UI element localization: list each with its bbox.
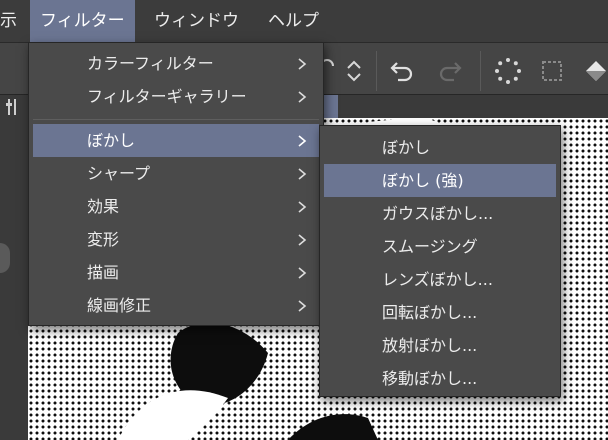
menu-filter[interactable]: フィルター <box>30 0 135 42</box>
menu-item-effects[interactable]: 効果 <box>33 190 319 223</box>
selection-dotted-icon[interactable] <box>538 57 566 85</box>
menu-window[interactable]: ウィンドウ <box>144 0 249 42</box>
chevron-right-icon <box>295 47 309 80</box>
menu-item-filter-gallery[interactable]: フィルターギャラリー <box>33 80 319 113</box>
menu-item-label: ぼかし <box>87 131 136 150</box>
submenu-item-zoom-blur[interactable]: 放射ぼかし... <box>324 329 556 362</box>
submenu-item-radial-blur[interactable]: 回転ぼかし... <box>324 296 556 329</box>
chevron-right-icon <box>295 124 309 157</box>
menu-item-label: シャープ <box>87 164 151 183</box>
toolbar-divider <box>376 51 377 91</box>
menu-item-label: 描画 <box>87 263 120 282</box>
chevron-right-icon <box>295 190 309 223</box>
menu-help[interactable]: ヘルプ <box>258 0 329 42</box>
submenu-item-blur[interactable]: ぼかし <box>324 131 556 164</box>
submenu-item-smoothing[interactable]: スムージング <box>324 230 556 263</box>
menu-item-render[interactable]: 描画 <box>33 256 319 289</box>
toolbar-divider <box>480 51 481 91</box>
panel-toggle[interactable] <box>0 243 10 273</box>
fill-bucket-icon[interactable] <box>582 57 608 85</box>
menu-item-transform[interactable]: 変形 <box>33 223 319 256</box>
menu-separator <box>33 119 319 120</box>
menu-item-line-correction[interactable]: 線画修正 <box>33 289 319 322</box>
menu-display[interactable]: 示 <box>0 0 27 42</box>
menu-item-label: フィルターギャラリー <box>87 87 247 106</box>
menu-bar: 示 フィルター ウィンドウ ヘルプ <box>0 0 608 42</box>
submenu-item-gaussian-blur[interactable]: ガウスぼかし... <box>324 197 556 230</box>
submenu-item-lens-blur[interactable]: レンズぼかし... <box>324 263 556 296</box>
menu-item-sharpen[interactable]: シャープ <box>33 157 319 190</box>
chevron-up-down-icon[interactable] <box>340 57 368 85</box>
chevron-right-icon <box>295 80 309 113</box>
menu-item-label: 効果 <box>87 197 120 216</box>
chevron-right-icon <box>295 157 309 190</box>
blur-submenu: ぼかし ぼかし (強) ガウスぼかし... スムージング レンズぼかし... 回… <box>319 125 561 397</box>
busy-spinner-icon[interactable] <box>494 57 522 85</box>
undo-icon[interactable] <box>388 57 416 85</box>
menu-item-label: 線画修正 <box>87 296 152 315</box>
menu-item-label: カラーフィルター <box>87 54 214 73</box>
submenu-item-blur-strong[interactable]: ぼかし (強) <box>324 164 556 197</box>
menu-item-label: 変形 <box>87 230 120 249</box>
chevron-right-icon <box>295 256 309 289</box>
redo-icon[interactable] <box>436 57 464 85</box>
menu-item-blur[interactable]: ぼかし <box>33 124 319 157</box>
chevron-right-icon <box>295 289 309 322</box>
chevron-right-icon <box>295 223 309 256</box>
left-panel <box>0 118 28 440</box>
menu-item-color-filter[interactable]: カラーフィルター <box>33 47 319 80</box>
submenu-item-motion-blur[interactable]: 移動ぼかし... <box>324 362 556 395</box>
filter-menu: カラーフィルター フィルターギャラリー ぼかし シャープ 効果 変形 描画 線画… <box>28 42 324 326</box>
